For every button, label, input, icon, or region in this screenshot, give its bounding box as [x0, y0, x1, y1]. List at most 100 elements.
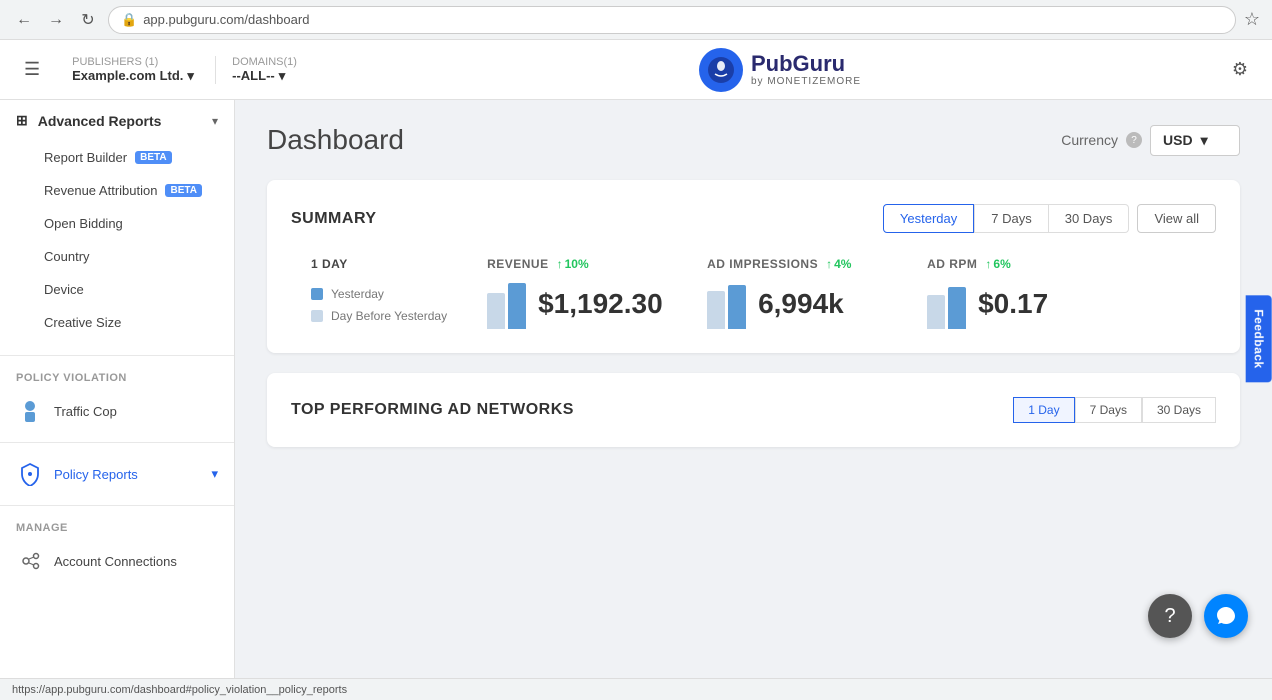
status-bar: https://app.pubguru.com/dashboard#policy… [0, 678, 1272, 700]
status-url: https://app.pubguru.com/dashboard#policy… [12, 684, 347, 696]
country-label: Country [44, 249, 90, 264]
publisher-selector[interactable]: PUBLISHERS (1) Example.com Ltd. ▾ [56, 56, 216, 84]
rpm-change-value: 6% [993, 257, 1010, 271]
top-30-days-button[interactable]: 30 Days [1142, 397, 1216, 423]
logo-text: PubGuru by MONETIZEMORE [751, 52, 861, 87]
refresh-button[interactable]: ↻ [76, 8, 100, 32]
rpm-header: AD RPM ↑ 6% [927, 257, 1107, 271]
settings-button[interactable]: ⚙ [1224, 55, 1256, 84]
top-nav: ☰ PUBLISHERS (1) Example.com Ltd. ▾ DOMA… [0, 40, 1272, 100]
revenue-attribution-label: Revenue Attribution [44, 183, 157, 198]
revenue-value-row: $1,192.30 [487, 279, 667, 329]
day-before-legend-label: Day Before Yesterday [331, 309, 447, 323]
impressions-label: AD IMPRESSIONS [707, 257, 818, 271]
advanced-reports-items: Report Builder BETA Revenue Attribution … [0, 141, 234, 347]
chevron-down-icon: ▾ [187, 68, 194, 84]
sidebar-item-report-builder[interactable]: Report Builder BETA [0, 141, 234, 174]
sidebar-item-creative-size[interactable]: Creative Size [0, 306, 234, 339]
rpm-value-row: $0.17 [927, 279, 1107, 329]
beta-badge: BETA [135, 151, 171, 164]
sidebar-item-policy-reports[interactable]: Policy Reports ▾ [0, 451, 234, 497]
logo-title: PubGuru [751, 52, 861, 76]
bookmark-icon[interactable]: ☆ [1244, 9, 1260, 30]
main-layout: ⊞ Advanced Reports ▾ Report Builder BETA… [0, 100, 1272, 678]
30-days-button[interactable]: 30 Days [1049, 204, 1130, 233]
impressions-header: AD IMPRESSIONS ↑ 4% [707, 257, 887, 271]
period-label: 1 DAY [311, 257, 447, 271]
impressions-metric: AD IMPRESSIONS ↑ 4% 6,994k [707, 257, 887, 329]
revenue-label: REVENUE [487, 257, 549, 271]
browser-bar: ← → ↻ 🔒 app.pubguru.com/dashboard ☆ [0, 0, 1272, 40]
currency-dropdown[interactable]: USD ▾ [1150, 125, 1240, 156]
legend-day-before: Day Before Yesterday [311, 309, 447, 323]
manage-label: MANAGE [0, 514, 234, 538]
advanced-reports-section[interactable]: ⊞ Advanced Reports ▾ [0, 100, 234, 141]
dashboard-content: Dashboard Currency ? USD ▾ SUMMARY Ye [235, 100, 1272, 678]
sidebar-item-revenue-attribution[interactable]: Revenue Attribution BETA [0, 174, 234, 207]
account-connections-icon [16, 547, 44, 575]
sidebar-item-open-bidding[interactable]: Open Bidding [0, 207, 234, 240]
rpm-label: AD RPM [927, 257, 977, 271]
rpm-curr-bar [948, 287, 966, 329]
chat-button[interactable] [1204, 594, 1248, 638]
page-title: Dashboard [267, 124, 404, 156]
chevron-down-icon: ▾ [279, 68, 286, 84]
rpm-prev-bar [927, 295, 945, 329]
address-bar[interactable]: 🔒 app.pubguru.com/dashboard [108, 6, 1236, 34]
logo-subtitle: by MONETIZEMORE [751, 76, 861, 87]
feedback-tab[interactable]: Feedback [1245, 295, 1271, 382]
chevron-down-icon: ▾ [211, 466, 218, 482]
creative-size-label: Creative Size [44, 315, 121, 330]
publishers-label: PUBLISHERS (1) [72, 56, 199, 68]
legend: Yesterday Day Before Yesterday [311, 287, 447, 323]
top-performing-header: TOP PERFORMING AD NETWORKS 1 Day 7 Days … [291, 397, 1216, 423]
traffic-cop-icon [16, 397, 44, 425]
impressions-change-value: 4% [834, 257, 851, 271]
logo: PubGuru by MONETIZEMORE [699, 48, 861, 92]
forward-button[interactable]: → [44, 8, 68, 32]
top-1-day-button[interactable]: 1 Day [1013, 397, 1074, 423]
divider [0, 505, 234, 506]
revenue-prev-bar [487, 293, 505, 329]
rpm-change: ↑ 6% [985, 257, 1010, 271]
rpm-metric: AD RPM ↑ 6% $0.17 [927, 257, 1107, 329]
summary-title: SUMMARY [291, 210, 377, 228]
dashboard-header: Dashboard Currency ? USD ▾ [267, 124, 1240, 156]
time-controls: Yesterday 7 Days 30 Days View all [883, 204, 1216, 233]
policy-reports-icon [16, 460, 44, 488]
rpm-value: $0.17 [978, 288, 1048, 320]
publisher-value[interactable]: Example.com Ltd. ▾ [72, 68, 199, 84]
revenue-curr-bar [508, 283, 526, 329]
app-container: ☰ PUBLISHERS (1) Example.com Ltd. ▾ DOMA… [0, 40, 1272, 678]
summary-header: SUMMARY Yesterday 7 Days 30 Days View al… [291, 204, 1216, 233]
day-before-dot [311, 310, 323, 322]
view-all-button[interactable]: View all [1137, 204, 1216, 233]
domain-selector[interactable]: DOMAINS(1) --ALL-- ▾ [216, 56, 336, 84]
sidebar-item-country[interactable]: Country [0, 240, 234, 273]
domain-value[interactable]: --ALL-- ▾ [232, 68, 320, 84]
sidebar: ⊞ Advanced Reports ▾ Report Builder BETA… [0, 100, 235, 678]
back-button[interactable]: ← [12, 8, 36, 32]
up-arrow-icon: ↑ [826, 257, 832, 271]
revenue-change-value: 10% [565, 257, 589, 271]
help-button[interactable]: ? [1148, 594, 1192, 638]
impressions-curr-bar [728, 285, 746, 329]
revenue-bar-chart [487, 279, 526, 329]
sidebar-item-account-connections[interactable]: Account Connections [0, 538, 234, 584]
sidebar-item-device[interactable]: Device [0, 273, 234, 306]
revenue-header: REVENUE ↑ 10% [487, 257, 667, 271]
period-info: 1 DAY Yesterday Day Before Yesterday [311, 257, 447, 323]
rpm-bar-chart [927, 279, 966, 329]
revenue-metric: REVENUE ↑ 10% $1,192.30 [487, 257, 667, 329]
impressions-value: 6,994k [758, 288, 844, 320]
currency-help-icon[interactable]: ? [1126, 132, 1142, 148]
sidebar-item-traffic-cop[interactable]: Traffic Cop [0, 388, 234, 434]
logo-icon [699, 48, 743, 92]
revenue-change: ↑ 10% [557, 257, 589, 271]
hamburger-button[interactable]: ☰ [16, 55, 48, 84]
top-performing-card: TOP PERFORMING AD NETWORKS 1 Day 7 Days … [267, 373, 1240, 447]
top-7-days-button[interactable]: 7 Days [1075, 397, 1142, 423]
7-days-button[interactable]: 7 Days [974, 204, 1048, 233]
yesterday-button[interactable]: Yesterday [883, 204, 974, 233]
grid-icon: ⊞ [16, 112, 28, 129]
